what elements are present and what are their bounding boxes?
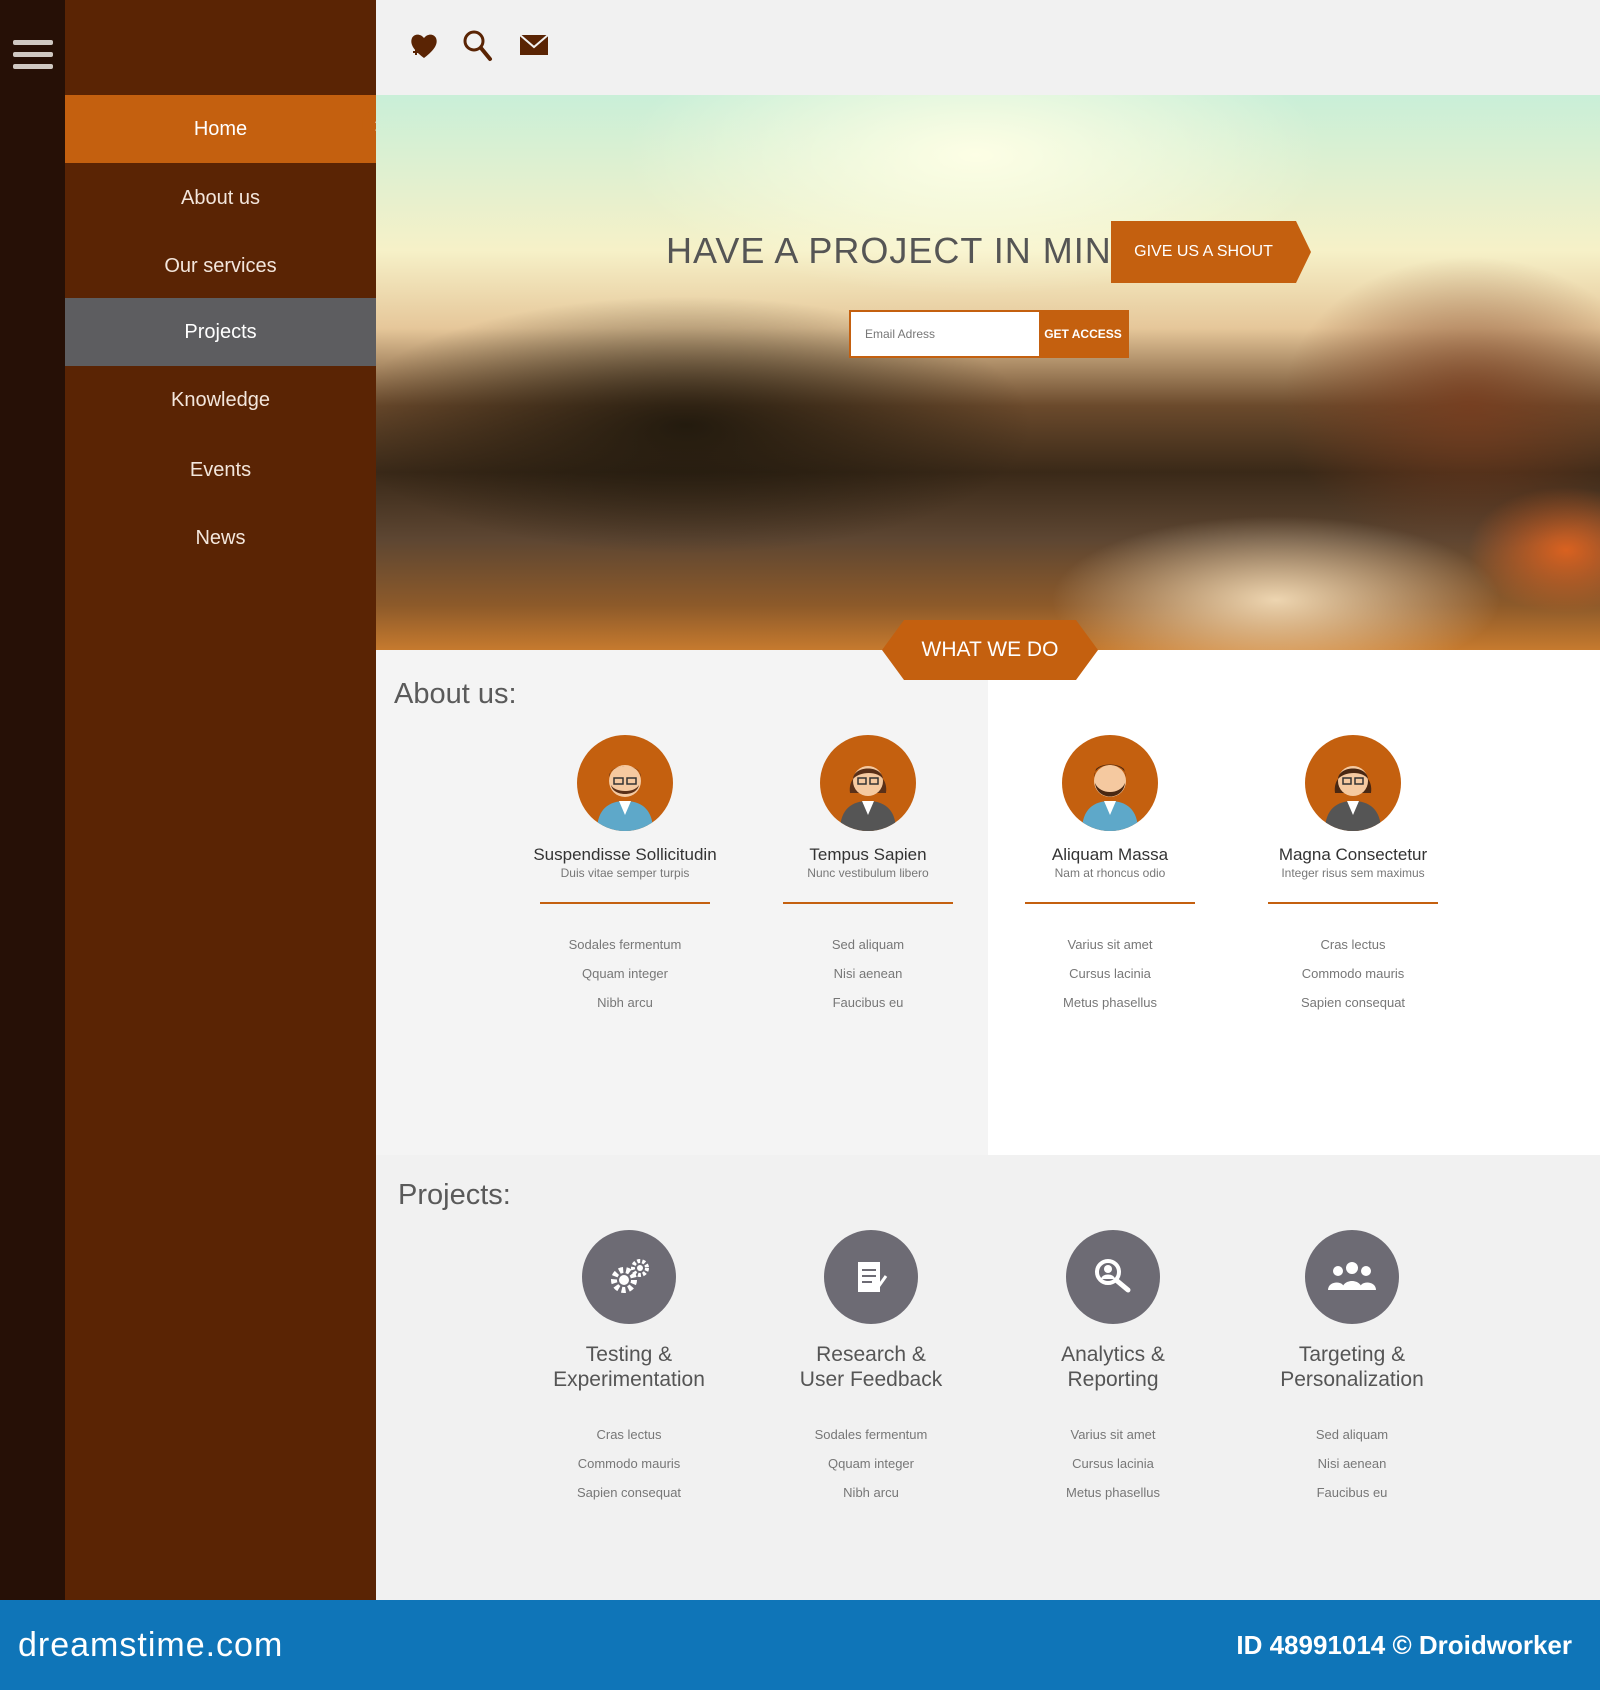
project-title-line: Testing & [585,1343,673,1366]
clipboard-icon [824,1230,918,1324]
project-title-line: Personalization [1280,1368,1424,1391]
avatar [577,735,673,831]
sidebar-item-label: Home [193,117,248,140]
give-us-a-shout-button[interactable]: GIVE US A SHOUT [1111,221,1311,283]
sidebar-item-news[interactable]: News [65,504,376,572]
team-member: Magna Consectetur Integer risus sem maxi… [1253,735,1453,1017]
footer-image-credit: ID 48991014 © Droidworker [1236,1630,1572,1660]
project-title-line: Reporting [1067,1368,1159,1391]
list-item: Sed aliquam [831,937,905,952]
projects-title: Projects: [398,1179,511,1211]
divider [1025,902,1195,904]
project-card[interactable]: Research & User Feedback Sodales ferment… [761,1230,981,1507]
magnify-person-icon [1066,1230,1160,1324]
avatar [1062,735,1158,831]
project-title-line: Research & [816,1343,926,1366]
person-role: Nam at rhoncus odio [1054,866,1166,880]
list-item: Nisi aenean [1317,1456,1387,1471]
divider [1268,902,1438,904]
list-item: Varius sit amet [1070,1427,1156,1442]
divider [783,902,953,904]
top-bar [376,0,1600,95]
list-item: Sodales fermentum [568,937,682,952]
list-item: Cras lectus [1320,937,1386,952]
what-we-do-tab[interactable]: WHAT WE DO [882,620,1098,680]
list-item: Commodo mauris [1301,966,1405,981]
team-member: Tempus Sapien Nunc vestibulum libero Sed… [768,735,968,1017]
avatar [1305,735,1401,831]
list-item: Cras lectus [596,1427,662,1442]
team-member: Suspendisse Sollicitudin Duis vitae semp… [525,735,725,1017]
sidebar-item-events[interactable]: Events [65,436,376,504]
project-title-line: Analytics & [1061,1343,1165,1366]
list-item: Qquam integer [828,1456,914,1471]
hamburger-menu-icon[interactable] [13,40,53,74]
mail-icon[interactable] [516,28,552,64]
gears-icon [582,1230,676,1324]
person-name: Suspendisse Sollicitudin [533,845,717,864]
project-card[interactable]: Testing & Experimentation Cras lectus Co… [519,1230,739,1507]
person-name: Aliquam Massa [1051,845,1169,864]
sidebar-item-label: Events [189,458,252,481]
list-item: Nibh arcu [843,1485,899,1500]
sidebar-item-projects[interactable]: Projects [65,298,376,366]
project-title-line: Experimentation [553,1368,705,1391]
sidebar-item-label: About us [181,186,260,209]
team-member: Aliquam Massa Nam at rhoncus odio Varius… [1010,735,1210,1017]
divider [540,902,710,904]
avatar [820,735,916,831]
list-item: Sed aliquam [1315,1427,1389,1442]
project-card[interactable]: Targeting & Personalization Sed aliquam … [1242,1230,1462,1507]
footer-bar: dreamstime.com ID 48991014 © Droidworker [0,1600,1600,1690]
list-item: Commodo mauris [577,1456,681,1471]
list-item: Qquam integer [582,966,668,981]
sidebar-nav: Home About us Our services Projects Know… [65,0,376,1600]
sidebar-item-about-us[interactable]: About us [65,164,376,232]
hero-title: HAVE A PROJECT IN MIND? [666,230,1160,271]
hero-banner: HAVE A PROJECT IN MIND? GIVE US A SHOUT … [376,95,1600,650]
search-icon[interactable] [460,28,496,64]
list-item: Faucibus eu [832,995,904,1010]
left-rail [0,0,65,1600]
list-item: Sapien consequat [1300,995,1406,1010]
get-access-button[interactable]: GET ACCESS [1039,312,1127,356]
sidebar-item-label: Projects [184,320,257,343]
list-item: Nibh arcu [597,995,653,1010]
project-title-line: User Feedback [799,1368,943,1391]
sidebar-item-our-services[interactable]: Our services [65,232,376,300]
sidebar-item-label: Our services [164,254,277,277]
about-title: About us: [394,678,517,710]
list-item: Sodales fermentum [814,1427,928,1442]
list-item: Metus phasellus [1063,995,1157,1010]
person-role: Nunc vestibulum libero [807,866,929,880]
list-item: Sapien consequat [576,1485,682,1500]
heart-plus-icon[interactable] [406,28,442,64]
email-signup-form: GET ACCESS [849,310,1129,358]
person-role: Duis vitae semper turpis [560,866,690,880]
list-item: Faucibus eu [1316,1485,1388,1500]
projects-section: Projects: Testing & Experimentation Cras… [376,1155,1600,1600]
sidebar-item-knowledge[interactable]: Knowledge [65,366,376,434]
about-section: About us: Suspendisse Sollicitudin Duis … [376,650,1600,1155]
list-item: Varius sit amet [1067,937,1153,952]
list-item: Cursus lacinia [1069,966,1151,981]
sidebar-item-label: News [195,526,246,549]
person-role: Integer risus sem maximus [1281,866,1425,880]
list-item: Cursus lacinia [1072,1456,1154,1471]
group-icon [1305,1230,1399,1324]
person-name: Magna Consectetur [1278,845,1428,864]
project-title-line: Targeting & [1298,1343,1406,1366]
list-item: Nisi aenean [833,966,903,981]
sidebar-item-label: Knowledge [171,388,270,411]
list-item: Metus phasellus [1066,1485,1160,1500]
footer-site-name: dreamstime.com [18,1626,284,1664]
sidebar-item-home[interactable]: Home [65,95,376,163]
person-name: Tempus Sapien [809,845,927,864]
project-card[interactable]: Analytics & Reporting Varius sit amet Cu… [1003,1230,1223,1507]
email-field[interactable] [851,312,1039,356]
